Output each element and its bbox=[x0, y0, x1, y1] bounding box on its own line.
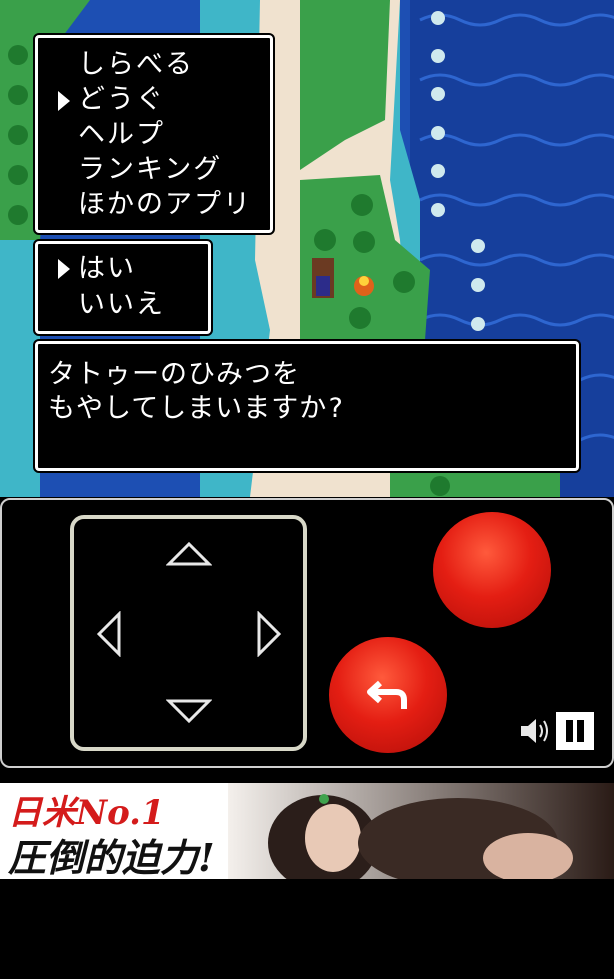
ad-tagline: 圧倒的迫力! bbox=[8, 835, 215, 879]
arrow-up-icon[interactable] bbox=[166, 541, 212, 567]
confirm-dialog: はい いいえ bbox=[35, 241, 211, 334]
menu-item-other-apps[interactable]: ほかのアプリ bbox=[78, 188, 252, 222]
b-button[interactable] bbox=[329, 637, 447, 753]
pause-icon[interactable] bbox=[556, 712, 594, 750]
menu-item-ranking[interactable]: ランキング bbox=[78, 153, 222, 187]
confirm-no[interactable]: いいえ bbox=[78, 288, 165, 322]
speaker-icon[interactable] bbox=[519, 714, 551, 748]
menu-item-shiraberu[interactable]: しらべる bbox=[78, 48, 194, 82]
confirm-yes[interactable]: はい bbox=[78, 252, 136, 286]
ad-banner[interactable]: 日米No.1 圧倒的迫力! bbox=[0, 783, 614, 879]
confirm-cursor-icon bbox=[58, 259, 70, 279]
command-menu: しらべる どうぐ ヘルプ ランキング ほかのアプリ bbox=[35, 35, 273, 233]
arrow-right-icon[interactable] bbox=[256, 611, 282, 657]
a-button[interactable] bbox=[433, 512, 551, 628]
message-line-2: もやしてしまいますか? bbox=[48, 393, 345, 424]
ad-character-image bbox=[228, 783, 614, 879]
arrow-down-icon[interactable] bbox=[166, 698, 212, 724]
menu-item-dougu[interactable]: どうぐ bbox=[78, 83, 165, 117]
message-line-1: タトゥーのひみつを bbox=[48, 359, 300, 390]
arrow-left-icon[interactable] bbox=[96, 611, 122, 657]
message-window: タトゥーのひみつを もやしてしまいますか? bbox=[35, 341, 579, 471]
return-arrow-icon bbox=[367, 680, 407, 709]
menu-item-help[interactable]: ヘルプ bbox=[78, 118, 165, 152]
menu-cursor-icon bbox=[58, 91, 70, 111]
